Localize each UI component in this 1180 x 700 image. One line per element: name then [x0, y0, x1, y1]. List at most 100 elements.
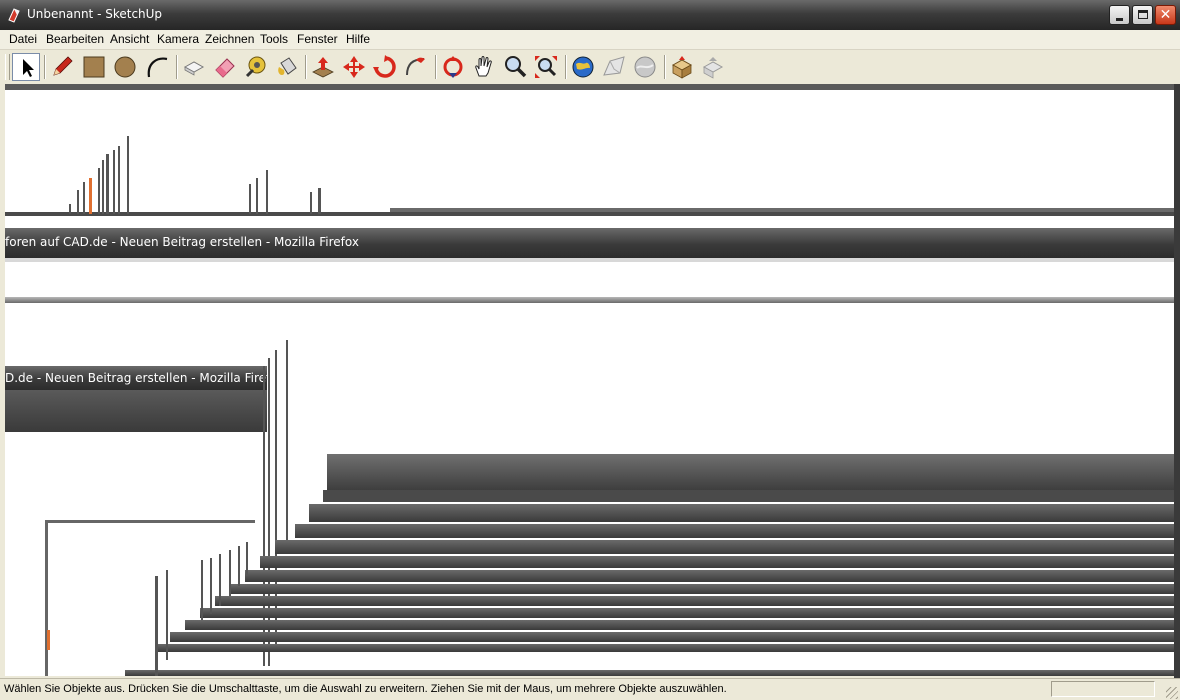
rectangle-tool-button[interactable]: [80, 53, 108, 81]
ghost-bar: [295, 524, 1174, 538]
main-toolbar: [0, 50, 1180, 85]
circle-tool-button[interactable]: [111, 53, 139, 81]
paint-bucket-icon: [278, 57, 297, 75]
status-bar: Wählen Sie Objekte aus. Drücken Sie die …: [0, 678, 1180, 700]
make-component-button[interactable]: [180, 53, 208, 81]
zoom-tool-button[interactable]: [501, 53, 529, 81]
menu-ansicht[interactable]: Ansicht: [110, 32, 149, 46]
ghost-streak: [201, 560, 203, 620]
ghost-bar: [170, 632, 1174, 642]
move-tool-button[interactable]: [340, 53, 368, 81]
share-model-icon: [702, 57, 724, 79]
toolbar-separator: [664, 55, 666, 79]
get-models-button[interactable]: [668, 53, 696, 81]
ghost-bar: [245, 570, 1174, 582]
ghost-streak: [249, 184, 251, 214]
ghost-bar: [260, 556, 1174, 568]
ghost-bar: [309, 504, 1174, 522]
hand-icon: [475, 56, 492, 77]
menu-zeichnen[interactable]: Zeichnen: [205, 32, 254, 46]
ghost-streak: [69, 204, 71, 214]
eraser-tool-button[interactable]: [211, 53, 239, 81]
rotate-icon: [373, 55, 396, 78]
ghost-panel: [5, 390, 267, 432]
ghost-streak: [166, 570, 168, 660]
menu-datei[interactable]: Datei: [9, 32, 37, 46]
ghost-bar: [125, 670, 1174, 676]
push-pull-tool-button[interactable]: [309, 53, 337, 81]
get-models-icon: [671, 56, 693, 79]
menu-hilfe[interactable]: Hilfe: [346, 32, 370, 46]
ghost-streak: [266, 170, 268, 214]
component-icon: [183, 61, 205, 76]
ghost-streak: [219, 554, 221, 606]
line-tool-button[interactable]: [48, 53, 76, 81]
ghost-title-lower: D.de - Neuen Beitrag erstellen - Mozilla…: [5, 371, 285, 385]
menu-bearbeiten[interactable]: Bearbeiten: [46, 32, 104, 46]
paint-bucket-tool-button[interactable]: [273, 53, 301, 81]
ghost-streak: [89, 178, 92, 214]
ghost-bar: [275, 540, 1174, 554]
ghost-bar: [200, 608, 1174, 618]
orbit-icon: [443, 56, 463, 78]
google-earth-button[interactable]: [569, 53, 597, 81]
toolbar-grip[interactable]: [5, 54, 10, 80]
arrow-cursor-icon: [23, 59, 34, 77]
rotate-tool-button[interactable]: [371, 53, 399, 81]
resize-grip[interactable]: [1166, 687, 1178, 699]
ghost-streak: [286, 340, 288, 540]
push-pull-icon: [312, 57, 334, 78]
toggle-terrain-button[interactable]: [600, 53, 628, 81]
ghost-bar: [323, 490, 1174, 502]
toolbar-separator: [435, 55, 437, 79]
tape-measure-tool-button[interactable]: [242, 53, 270, 81]
minimize-icon: [1116, 18, 1123, 21]
menu-kamera[interactable]: Kamera: [157, 32, 199, 46]
ghost-streak: [310, 192, 312, 214]
orbit-tool-button[interactable]: [439, 53, 467, 81]
toolbar-separator: [305, 55, 307, 79]
follow-me-icon: [406, 57, 425, 76]
sketchup-window: Unbenannt - SketchUp ✕ Datei Bearbeiten …: [0, 0, 1180, 700]
eraser-icon: [215, 58, 235, 78]
arc-tool-button[interactable]: [143, 53, 171, 81]
ghost-streak: [155, 576, 158, 676]
toolbar-separator: [565, 55, 567, 79]
select-tool-button[interactable]: [12, 53, 40, 81]
place-model-button[interactable]: [631, 53, 659, 81]
ghost-streak: [113, 150, 115, 214]
menu-tools[interactable]: Tools: [260, 32, 288, 46]
maximize-icon: [1138, 10, 1148, 19]
ghost-line: [5, 258, 1174, 262]
ghost-titlebar-lower: D.de - Neuen Beitrag erstellen - Mozilla…: [5, 366, 284, 390]
arc-icon: [147, 57, 168, 78]
close-button[interactable]: ✕: [1155, 5, 1176, 25]
window-left-border: [0, 84, 5, 678]
ghost-streak: [47, 630, 50, 650]
title-bar[interactable]: Unbenannt - SketchUp ✕: [0, 0, 1180, 31]
ghost-bar: [155, 644, 1174, 652]
tape-measure-icon: [245, 56, 266, 78]
window-controls: ✕: [1109, 5, 1176, 25]
ghost-streak: [229, 550, 231, 596]
ghost-streak: [210, 558, 212, 614]
zoom-icon: [505, 56, 527, 78]
terrain-icon: [603, 56, 625, 76]
menu-fenster[interactable]: Fenster: [297, 32, 338, 46]
share-model-button[interactable]: [699, 53, 727, 81]
drawing-viewport[interactable]: foren auf CAD.de - Neuen Beitrag erstell…: [5, 84, 1174, 676]
ghost-streak: [98, 168, 100, 214]
ghost-streak: [83, 182, 85, 214]
zoom-extents-button[interactable]: [532, 53, 560, 81]
minimize-button[interactable]: [1109, 5, 1130, 25]
measurements-box[interactable]: [1051, 681, 1155, 697]
ghost-streak: [318, 188, 321, 214]
ghost-bar: [230, 584, 1174, 594]
pencil-icon: [53, 56, 73, 76]
ghost-titlebar-upper: foren auf CAD.de - Neuen Beitrag erstell…: [5, 228, 1174, 258]
ghost-streak: [238, 546, 240, 586]
pan-tool-button[interactable]: [470, 53, 498, 81]
maximize-button[interactable]: [1132, 5, 1153, 25]
follow-me-tool-button[interactable]: [402, 53, 430, 81]
close-icon: ✕: [1159, 7, 1172, 23]
